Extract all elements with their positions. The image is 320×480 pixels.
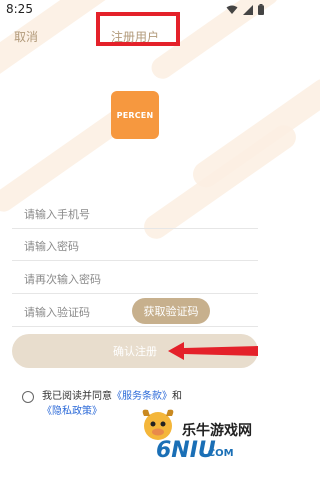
phone-field <box>12 200 258 229</box>
watermark-logo: 乐牛游戏网 6NIU .COM <box>138 404 264 464</box>
signal-icon <box>243 4 253 15</box>
agreement-and: 和 <box>172 391 182 402</box>
get-code-button[interactable]: 获取验证码 <box>132 298 210 324</box>
watermark-domain: .COM <box>204 448 234 459</box>
service-terms-link[interactable]: 《服务条款》 <box>112 391 172 402</box>
logo-text: PERCEN <box>116 110 154 120</box>
navigation-bar: 取消 注册用户 <box>0 12 270 52</box>
wifi-icon <box>226 5 238 14</box>
password-field <box>12 232 258 261</box>
page-title: 注册用户 <box>110 30 159 44</box>
password-input[interactable] <box>12 232 258 260</box>
status-icons <box>226 4 264 15</box>
phone-input[interactable] <box>12 200 258 228</box>
app-logo: PERCEN <box>111 91 159 139</box>
agreement-prefix: 我已阅读并同意 <box>42 391 112 402</box>
status-time: 8:25 <box>6 2 33 16</box>
agreement-radio[interactable] <box>22 391 34 403</box>
confirm-password-input[interactable] <box>12 265 258 293</box>
watermark-brand: 乐牛游戏网 <box>182 423 252 439</box>
battery-icon <box>258 4 264 15</box>
confirm-password-field <box>12 265 258 294</box>
privacy-policy-link[interactable]: 《隐私政策》 <box>42 406 102 417</box>
annotation-arrow <box>168 342 258 360</box>
